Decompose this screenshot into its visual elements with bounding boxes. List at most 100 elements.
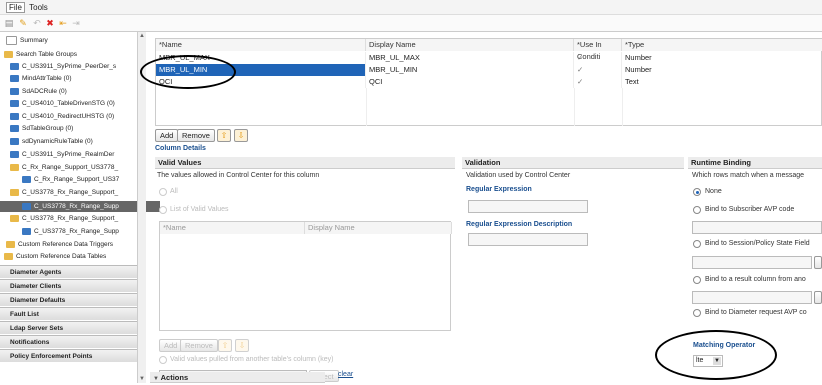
list-of-valid-values-radio[interactable] (159, 206, 167, 214)
session-policy-field[interactable] (692, 256, 812, 269)
result-column-field[interactable] (692, 291, 812, 304)
subscriber-avp-radio[interactable] (693, 206, 701, 214)
session-policy-select-button[interactable] (814, 256, 822, 269)
tree-item-label: Summary (20, 37, 48, 44)
result-column-radio[interactable] (693, 276, 701, 284)
pulled-values-label: Valid values pulled from another table's… (170, 356, 334, 363)
tree-item[interactable]: Custom Reference Data Tables (0, 251, 142, 262)
tree-item[interactable]: C_US3778_Rx_Range_Supp (0, 226, 160, 237)
valid-values-header-name[interactable]: *Name (160, 222, 305, 234)
save-icon[interactable]: ▤ (4, 18, 14, 28)
tree-item-label: SdTableGroup (0) (22, 125, 74, 132)
actions-header: ▼ Actions (150, 372, 325, 383)
nav-section-button[interactable]: Ldap Server Sets (0, 321, 138, 334)
tree-item[interactable]: C_Rx_Range_Support_US37 (0, 174, 160, 185)
cell-use-in-conditions[interactable]: ✓ (574, 64, 622, 76)
annotation-circle-matching-operator (655, 330, 777, 380)
grid-header-name[interactable]: *Name (156, 39, 366, 51)
menu-file[interactable]: File (6, 2, 25, 13)
tree-item[interactable]: Custom Reference Data Triggers (0, 239, 144, 250)
grid-header-type[interactable]: *Type (622, 39, 822, 51)
tree-item[interactable]: SdADCRule (0) (0, 86, 148, 97)
tree-item[interactable]: Summary (0, 35, 144, 46)
remove-column-button[interactable]: Remove (177, 129, 215, 142)
nav-section-button[interactable]: Diameter Defaults (0, 293, 138, 306)
list-of-valid-values-label: List of Valid Values (170, 206, 229, 213)
table-icon (10, 112, 19, 120)
none-label: None (705, 188, 722, 195)
menu-tools[interactable]: Tools (27, 3, 50, 12)
tree-item[interactable]: C_US4010_TableDrivenSTG (0) (0, 98, 148, 109)
tree-item-label: SdADCRule (0) (22, 88, 67, 95)
tree-item-label: C_US4010_RedirectUHSTG (0) (22, 113, 115, 120)
tree-item[interactable]: C_US3911_SyPrime_PeerDer_s (0, 61, 148, 72)
folder-icon (10, 214, 19, 222)
grid-header-display-name[interactable]: Display Name (366, 39, 574, 51)
table-icon (10, 99, 19, 107)
cell-type[interactable]: Number (622, 52, 822, 64)
nav-section-button[interactable]: Notifications (0, 335, 138, 348)
session-policy-radio[interactable] (693, 240, 701, 248)
cell-use-in-conditions[interactable]: ✓ (574, 76, 622, 88)
clear-link[interactable]: clear (338, 371, 353, 378)
regular-expression-field[interactable] (468, 200, 588, 213)
valid-value-down-icon[interactable]: ⇩ (235, 339, 249, 352)
add-valid-value-button[interactable]: Add (159, 339, 183, 352)
valid-values-header-display-name[interactable]: Display Name (305, 222, 452, 234)
cell-display-name[interactable]: MBR_UL_MIN (366, 64, 574, 76)
validation-header: Validation (462, 157, 684, 169)
menu-bar: File Tools (0, 0, 822, 15)
regular-expression-description-field[interactable] (468, 233, 588, 246)
folder-icon (4, 50, 13, 58)
column-details-title: Column Details (155, 145, 206, 152)
tree-item[interactable]: Search Table Groups (0, 49, 142, 60)
table-icon (10, 137, 19, 145)
tree-item[interactable]: C_US3778_Rx_Range_Supp (0, 201, 160, 212)
nav-section-button[interactable]: Policy Enforcement Points (0, 349, 138, 362)
tree-item-label: C_US3778_Rx_Range_Supp (34, 203, 119, 210)
none-radio[interactable] (693, 188, 701, 196)
delete-icon[interactable]: ✖ (45, 18, 55, 28)
tree-item[interactable]: C_US3778_Rx_Range_Support_ (0, 187, 148, 198)
result-column-select-button[interactable] (814, 291, 822, 304)
all-radio[interactable] (159, 188, 167, 196)
tree-item[interactable]: sdDynamicRuleTable (0) (0, 136, 148, 147)
back-icon[interactable]: ⇤ (58, 18, 68, 28)
forward-icon[interactable]: ⇥ (71, 18, 81, 28)
tree-item[interactable]: C_US4010_RedirectUHSTG (0) (0, 111, 148, 122)
cell-use-in-conditions[interactable]: ✓ (574, 52, 622, 64)
move-down-icon[interactable]: ⇩ (234, 129, 248, 142)
tree-scrollbar[interactable]: ▲ ▼ (137, 32, 146, 383)
tree-item-label: C_US3778_Rx_Range_Support_ (22, 215, 119, 222)
grid-header-use-in-conditions[interactable]: *Use In Conditi (574, 39, 622, 61)
diameter-request-radio[interactable] (693, 309, 701, 317)
tree-item[interactable]: C_Rx_Range_Support_US3778_ (0, 162, 148, 173)
move-up-icon[interactable]: ⇧ (217, 129, 231, 142)
table-icon (10, 62, 19, 70)
nav-section-button[interactable]: Fault List (0, 307, 138, 320)
nav-section-button[interactable]: Diameter Agents (0, 265, 138, 278)
tree-item-label: C_Rx_Range_Support_US3778_ (22, 164, 119, 171)
cell-display-name[interactable]: QCI (366, 76, 574, 88)
edit-icon[interactable]: ✎ (18, 18, 28, 28)
tree-item[interactable]: C_US3778_Rx_Range_Support_ (0, 213, 148, 224)
cell-type[interactable]: Number (622, 64, 822, 76)
valid-value-up-icon[interactable]: ⇧ (218, 339, 232, 352)
tree-item[interactable]: SdTableGroup (0) (0, 123, 148, 134)
toolbar: ▤ ✎ ↶ ✖ ⇤ ⇥ (0, 15, 822, 32)
nav-section-button[interactable]: Diameter Clients (0, 279, 138, 292)
add-column-button[interactable]: Add (155, 129, 179, 142)
subscriber-avp-field[interactable] (692, 221, 822, 234)
collapse-icon[interactable]: ▼ (153, 376, 161, 382)
tree-item[interactable]: C_US3911_SyPrime_RealmDer (0, 149, 148, 160)
remove-valid-value-button[interactable]: Remove (180, 339, 218, 352)
tree-item-label: C_US3911_SyPrime_PeerDer_s (22, 63, 117, 70)
tree-item-label: C_US4010_TableDrivenSTG (0) (22, 100, 115, 107)
folder-icon (6, 240, 15, 248)
tree-item[interactable]: MindAttrTable (0) (0, 73, 148, 84)
cell-type[interactable]: Text (622, 76, 822, 88)
runtime-binding-header: Runtime Binding (688, 157, 822, 169)
cell-display-name[interactable]: MBR_UL_MAX (366, 52, 574, 64)
pulled-values-radio[interactable] (159, 356, 167, 364)
undo-icon[interactable]: ↶ (32, 18, 42, 28)
